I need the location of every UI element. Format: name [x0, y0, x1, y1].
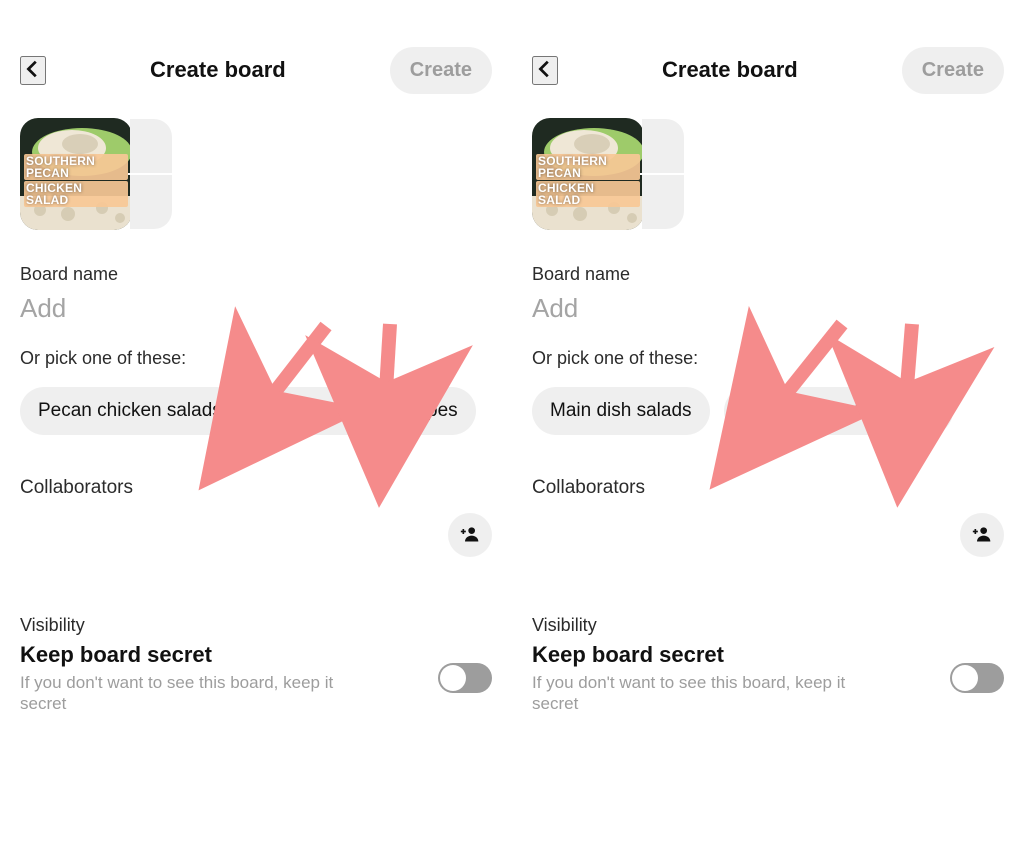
- visibility-row: Keep board secret If you don't want to s…: [532, 642, 1004, 715]
- create-button[interactable]: Create: [390, 47, 492, 94]
- suggestion-chip[interactable]: Pecan chicken salads: [20, 387, 240, 435]
- suggestion-label: Or pick one of these:: [20, 348, 492, 369]
- visibility-help: If you don't want to see this board, kee…: [20, 672, 380, 715]
- suggestion-chip-row: Pecan chicken salads Chicken salad recip…: [20, 387, 492, 435]
- pin-stack-stub: [130, 119, 172, 229]
- chevron-left-icon: [534, 68, 556, 83]
- add-collaborator-button[interactable]: [448, 513, 492, 557]
- board-name-label: Board name: [20, 264, 492, 285]
- create-board-panel-right: Create board Create SOUTHERN PECAN: [512, 0, 1024, 853]
- toggle-knob: [440, 665, 466, 691]
- collaborators-row: [20, 513, 492, 557]
- add-collaborator-button[interactable]: [960, 513, 1004, 557]
- suggestion-chip[interactable]: Chicken salad recipes: [254, 387, 476, 435]
- back-button[interactable]: [20, 56, 46, 85]
- visibility-title: Keep board secret: [532, 642, 892, 668]
- visibility-section-label: Visibility: [532, 615, 1004, 636]
- page-title: Create board: [662, 57, 798, 83]
- header: Create board Create: [20, 40, 492, 100]
- create-button[interactable]: Create: [902, 47, 1004, 94]
- collaborators-label: Collaborators: [20, 477, 492, 499]
- collaborators-label: Collaborators: [532, 477, 1004, 499]
- suggestion-chip-row: Main dish salads Chicken dinner recipes: [532, 387, 1004, 435]
- visibility-title: Keep board secret: [20, 642, 380, 668]
- secret-toggle[interactable]: [438, 663, 492, 693]
- two-panel-comparison: Create board Create SOUTHERN PECAN: [0, 0, 1024, 853]
- suggestion-chip[interactable]: Chicken dinner recipes: [724, 387, 953, 435]
- pin-preview-row: SOUTHERN PECAN CHICKEN SALAD: [532, 118, 1004, 230]
- add-person-icon: [972, 524, 992, 547]
- pin-overlay-text: SOUTHERN PECAN CHICKEN SALAD: [24, 154, 128, 208]
- pin-thumbnail[interactable]: SOUTHERN PECAN CHICKEN SALAD: [20, 118, 132, 230]
- board-name-label: Board name: [532, 264, 1004, 285]
- visibility-row: Keep board secret If you don't want to s…: [20, 642, 492, 715]
- add-person-icon: [460, 524, 480, 547]
- suggestion-chip[interactable]: Main dish salads: [532, 387, 710, 435]
- board-name-input[interactable]: [532, 293, 1004, 324]
- pin-thumbnail[interactable]: SOUTHERN PECAN CHICKEN SALAD: [532, 118, 644, 230]
- back-button[interactable]: [532, 56, 558, 85]
- visibility-section-label: Visibility: [20, 615, 492, 636]
- visibility-help: If you don't want to see this board, kee…: [532, 672, 892, 715]
- toggle-knob: [952, 665, 978, 691]
- secret-toggle[interactable]: [950, 663, 1004, 693]
- collaborators-row: [532, 513, 1004, 557]
- pin-overlay-text: SOUTHERN PECAN CHICKEN SALAD: [536, 154, 640, 208]
- suggestion-label: Or pick one of these:: [532, 348, 1004, 369]
- pin-stack-stub: [642, 119, 684, 229]
- header: Create board Create: [532, 40, 1004, 100]
- page-title: Create board: [150, 57, 286, 83]
- pin-preview-row: SOUTHERN PECAN CHICKEN SALAD: [20, 118, 492, 230]
- create-board-panel-left: Create board Create SOUTHERN PECAN: [0, 0, 512, 853]
- chevron-left-icon: [22, 68, 44, 83]
- board-name-input[interactable]: [20, 293, 492, 324]
